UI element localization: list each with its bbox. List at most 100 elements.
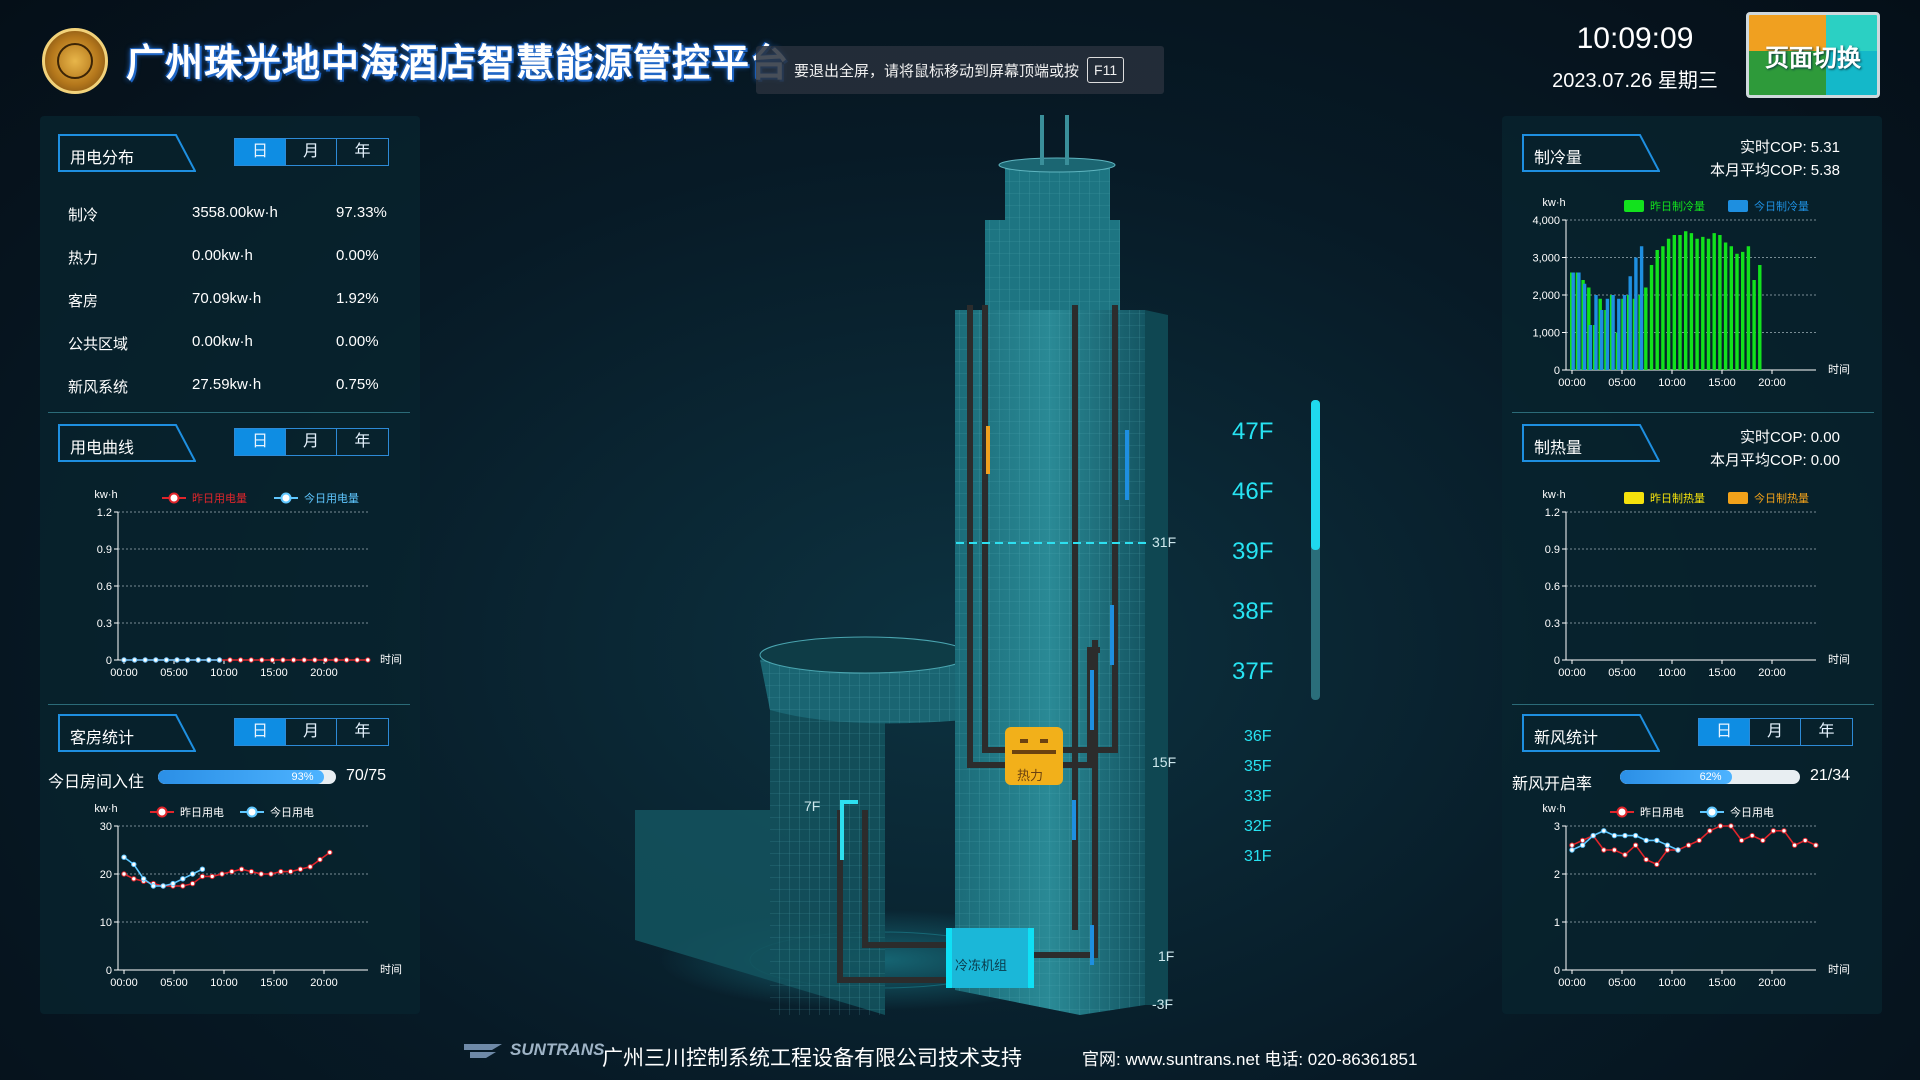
floor-button[interactable]: 31F — [1244, 848, 1284, 866]
fresh-air-title: 新风统计 — [1534, 730, 1599, 747]
floor-button[interactable]: 46F — [1232, 478, 1292, 506]
x-tick-label: 10:00 — [1658, 377, 1686, 389]
floor-button[interactable]: 33F — [1244, 788, 1284, 806]
tab-month[interactable]: 月 — [286, 139, 337, 165]
tab-day[interactable]: 日 — [235, 139, 286, 165]
divider — [1512, 704, 1874, 705]
cop-month-value: 0.00 — [1810, 452, 1840, 469]
section-title-fresh-air: 新风统计 — [1522, 714, 1660, 752]
x-tick-label: 20:00 — [1758, 977, 1786, 989]
y-tick-label: 0.9 — [97, 544, 112, 556]
series-point — [327, 849, 333, 856]
cooling-title: 制冷量 — [1534, 150, 1583, 167]
x-tick-label: 20:00 — [310, 667, 338, 679]
x-axis-label: 时间 — [1828, 363, 1850, 376]
series-point — [1579, 837, 1586, 844]
bar — [1628, 276, 1632, 370]
distribution-row: 客房 70.09kw·h 1.92% — [68, 290, 398, 314]
series-point — [160, 883, 166, 889]
series-point — [227, 657, 233, 663]
x-tick-label: 15:00 — [1708, 377, 1736, 389]
power-curve-chart: 昨日用电量 今日用电量 kw·h 0 0.3 0.6 0.9 1.2 00:00 05:00 10:… — [94, 489, 402, 679]
floor-button[interactable]: 38F — [1232, 598, 1292, 626]
power-distribution-title: 用电分布 — [70, 150, 135, 167]
x-axis-label: 时间 — [1828, 653, 1850, 666]
tab-year[interactable]: 年 — [1801, 719, 1852, 745]
distribution-percent: 0.00% — [336, 247, 379, 264]
series-point — [1601, 828, 1607, 834]
divider — [1512, 412, 1874, 413]
tab-month[interactable]: 月 — [286, 429, 337, 455]
distribution-value: 0.00kw·h — [192, 247, 253, 264]
legend-marker — [168, 492, 180, 504]
legend-marker — [280, 492, 292, 504]
y-tick-label: 0.9 — [1545, 544, 1560, 556]
bar — [1655, 250, 1659, 370]
series-point — [278, 868, 284, 875]
tab-day[interactable]: 日 — [235, 719, 286, 745]
x-tick-label: 15:00 — [1708, 977, 1736, 989]
floor-button[interactable]: 47F — [1232, 418, 1292, 446]
occupancy-progress: 93% — [158, 770, 336, 784]
tab-month[interactable]: 月 — [1750, 719, 1801, 745]
tab-year[interactable]: 年 — [337, 139, 388, 165]
series-point — [322, 657, 329, 663]
floor-button[interactable]: 39F — [1232, 538, 1292, 566]
x-tick-label: 10:00 — [210, 667, 238, 679]
page-title: 广州珠光地中海酒店智慧能源管控平台 — [126, 43, 790, 85]
tab-day[interactable]: 日 — [1699, 719, 1750, 745]
date-display: 2023.07.26 星期三 — [1552, 70, 1718, 92]
tab-year[interactable]: 年 — [337, 429, 388, 455]
bar — [1706, 238, 1711, 370]
bar — [1752, 280, 1756, 370]
legend-label: 昨日用电 — [180, 806, 224, 819]
section-title-room-stats: 客房统计 — [58, 714, 196, 752]
series-point — [209, 873, 215, 880]
distribution-row: 公共区域 0.00kw·h 0.00% — [68, 333, 398, 357]
tab-day[interactable]: 日 — [235, 429, 286, 455]
cop-month-label: 本月平均COP: — [1709, 452, 1807, 469]
legend-swatch — [1728, 200, 1748, 212]
bar — [1622, 295, 1627, 370]
floor-scrollbar[interactable] — [1311, 400, 1320, 700]
cop-month-label: 本月平均COP: — [1709, 162, 1807, 179]
page-switch-button[interactable]: 页面切换 — [1746, 12, 1880, 98]
room-curve-chart: 昨日用电 今日用电 kw·h 0 10 20 30 00:00 05:00 10:00 15:00 2… — [94, 803, 402, 989]
bar — [1666, 238, 1671, 370]
series-point — [1632, 842, 1639, 848]
series-point — [1813, 842, 1819, 848]
bar — [1634, 257, 1638, 370]
floor-button[interactable]: 37F — [1232, 658, 1292, 686]
cooling-cop-realtime: 实时COP: 5.31 — [1700, 136, 1840, 157]
series-point — [307, 864, 313, 870]
y-axis-label: kw·h — [94, 803, 117, 815]
room-stats-title: 客房统计 — [70, 730, 135, 747]
bar — [1672, 235, 1676, 370]
series-point — [174, 657, 180, 663]
tab-year[interactable]: 年 — [337, 719, 388, 745]
occupancy-percent: 93% — [291, 771, 314, 783]
series-point — [1622, 832, 1628, 839]
power-curve-tabs: 日 月 年 — [234, 428, 389, 456]
heating-chart: 昨日制热量 今日制热量 kw·h 0 0.3 0.6 0.9 1.2 00:00 05:00 10:… — [1542, 489, 1850, 679]
f11-key-badge: F11 — [1087, 57, 1125, 83]
legend-label: 昨日用电 — [1640, 806, 1684, 819]
floor-button[interactable]: 32F — [1244, 818, 1284, 836]
legend-swatch — [1624, 200, 1644, 212]
tab-month[interactable]: 月 — [286, 719, 337, 745]
y-tick-label: 1,000 — [1532, 328, 1560, 340]
distribution-value: 3558.00kw·h — [192, 204, 278, 221]
floor-button[interactable]: 35F — [1244, 758, 1284, 776]
floor-scrollbar-thumb[interactable] — [1311, 400, 1320, 550]
cop-realtime-label: 实时COP: — [1739, 139, 1807, 156]
series-point — [333, 657, 339, 663]
bar — [1588, 325, 1592, 370]
y-tick-label: 2,000 — [1532, 290, 1560, 302]
distribution-percent: 97.33% — [336, 204, 387, 221]
y-tick-label: 1.2 — [97, 507, 112, 519]
bar — [1701, 236, 1705, 370]
floor-button[interactable]: 36F — [1244, 728, 1284, 746]
y-tick-label: 1 — [1554, 917, 1560, 929]
series-line — [1571, 825, 1817, 866]
legend-marker — [1706, 806, 1718, 818]
